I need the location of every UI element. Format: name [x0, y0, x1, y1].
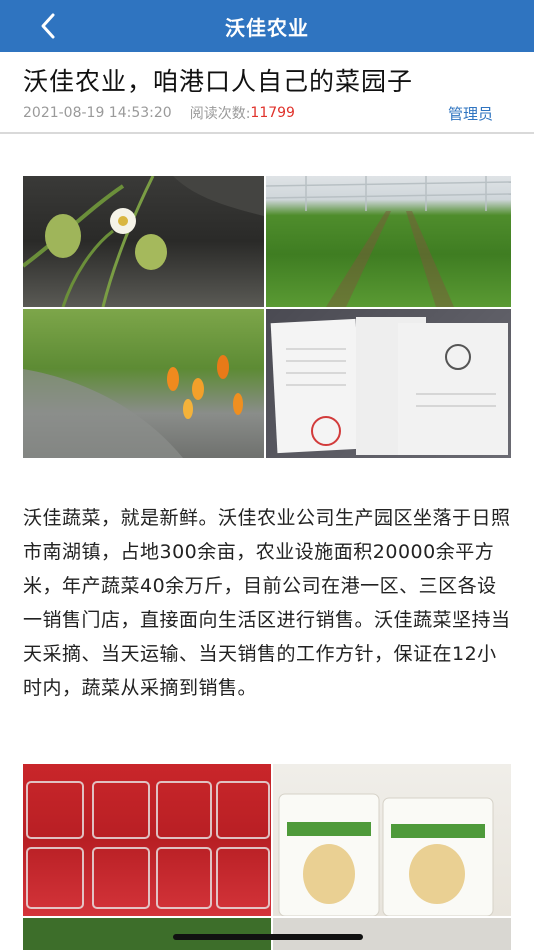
strawberry-boxes-illustration	[26, 781, 270, 909]
greenhouse-vegetables-photo[interactable]	[266, 176, 511, 307]
chevron-left-icon	[41, 13, 55, 39]
flour-bags-photo[interactable]	[273, 764, 511, 916]
page-title: 沃佳农业	[225, 15, 309, 40]
article-title: 沃佳农业，咱港口人自己的菜园子	[23, 67, 414, 96]
divider	[0, 132, 534, 134]
publish-datetime: 2021-08-19 14:53:20	[23, 105, 172, 121]
strawberry-plant-illustration	[23, 176, 264, 307]
reads-label: 阅读次数:	[189, 106, 251, 122]
strawberry-boxes-photo[interactable]	[23, 764, 271, 916]
flour-bags-illustration	[278, 793, 494, 916]
certificate-documents-photo[interactable]	[266, 309, 511, 458]
pepper-plants-photo[interactable]	[23, 309, 264, 458]
strawberry-plant-photo[interactable]	[23, 176, 264, 307]
photo-collage-top	[23, 176, 511, 458]
article-body: 沃佳蔬菜，就是新鲜。沃佳农业公司生产园区坐落于日照市南湖镇，占地300余亩，农业…	[23, 507, 511, 699]
home-indicator[interactable]	[173, 934, 363, 940]
photo-collage-bottom	[23, 764, 511, 950]
reads-count: 11799	[250, 105, 295, 121]
pepper-illustration	[23, 355, 243, 458]
greenhouse-illustration	[266, 176, 511, 307]
documents-illustration	[270, 317, 508, 455]
back-button[interactable]	[30, 8, 66, 44]
article-meta: 2021-08-19 14:53:20 阅读次数: 11799 管理员	[23, 102, 493, 124]
navbar: 沃佳农业	[0, 0, 534, 52]
author-link[interactable]: 管理员	[448, 103, 493, 124]
